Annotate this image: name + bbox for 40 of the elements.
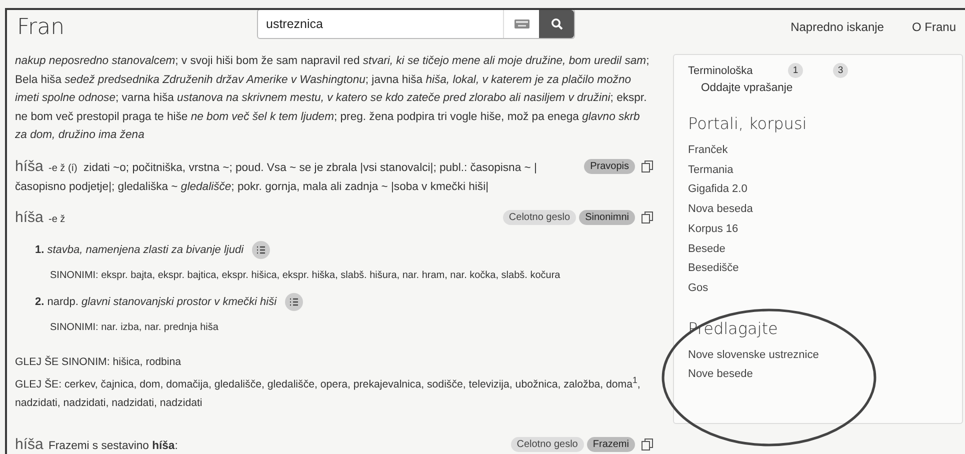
sidebar-link[interactable]: Nove slovenske ustreznice [688, 346, 942, 366]
see-also-text: GLEJ ŠE: cerkev, čajnica, dom, domačija, gledališče, gledališče, opera, prekajevalnica, sodišče, televizija, ubožnica, založba, doma$^{1}$, nadzidati, nadzidati, nadzidati, nadzidati [15, 374, 642, 410]
nav-link[interactable]: O Franu [912, 20, 956, 34]
synonyms-text: SINONIMI: nar. izba, nar. prednja hiša [50, 322, 220, 333]
copy-icon[interactable] [641, 210, 654, 224]
synonyms-text: SINONIMI: ekspr. bajta, ekspr. bajtica, ekspr. hišica, ekspr. hiška, slabš. hišura, nar. hram, nar. kočka, slabš. kočura [50, 270, 562, 281]
count-badge: 1 [788, 63, 803, 78]
count-badge: 3 [833, 63, 848, 78]
dictionary-tab[interactable]: Frazemi [586, 436, 635, 452]
section-title: Portali, korpusi [688, 114, 808, 133]
sidebar-link[interactable]: Nove besede [688, 365, 942, 386]
see-also-text: GLEJ ŠE SINONIM: hišica, rodbina [15, 354, 182, 370]
sidebar-link[interactable]: Gigafida 2.0 [688, 180, 942, 200]
sidebar-link[interactable]: Nova beseda [688, 200, 942, 220]
sidebar-link[interactable]: Franček [688, 141, 942, 161]
dictionary-tab[interactable]: Sinonimni [579, 210, 635, 225]
sidebar-link[interactable]: Termania [688, 160, 942, 180]
list-icon[interactable] [252, 240, 270, 259]
copy-icon[interactable] [641, 438, 654, 450]
copy-icon[interactable] [641, 160, 654, 173]
phrases-label: Frazemi s sestavino híša: [48, 440, 178, 452]
sense-definition: 1. stavba, namenjena zlasti za bivanje ljudi [35, 244, 244, 256]
sidebar-link[interactable]: Korpus 16 [688, 220, 942, 240]
dictionary-tab[interactable]: Celotno geslo [502, 210, 576, 225]
list-icon[interactable] [284, 292, 303, 311]
sense-definition: 2. nardp. glavni stanovanjski prostor v kmečki hiši [35, 296, 277, 308]
headword: híša [15, 208, 44, 226]
sidebar-link[interactable]: Besede [688, 240, 942, 260]
headword: híša [15, 436, 44, 452]
dictionary-tab[interactable]: Celotno geslo [510, 436, 584, 452]
dictionary-tab[interactable]: Pravopis [584, 158, 635, 174]
sidebar-link[interactable]: Besedišče [688, 259, 942, 279]
sidebar-link[interactable]: Gos [688, 278, 942, 299]
sidebar-link[interactable]: Terminološka [688, 64, 788, 76]
entry-text: nakup neposredno stanovalcem; v svoji hiši bom že sam napravil red stvari, ki se tičejo mene ali moje družine, bom uredil sam; Bela hiša sedež predsednika Združenih držav Amerike v Washingtonu; javna hiša hiša, lokal, v katerem je za plačilo možno imeti spolne odnose; varna hiša ustanova na skrivnem mestu, v katero se kdo zateče pred zlorabo ali nasiljem v družini; ekspr. ne bom več prestopil praga te hiše ne bom več šel k tem ljudem; preg. žena podpira tri vogle hiše, mož pa enega glavno skrb za dom, družino ima žena [15, 54, 650, 144]
logo[interactable]: Fran [17, 14, 257, 40]
sidebar-link[interactable]: Oddajte vprašanje [701, 82, 942, 94]
nav-link[interactable]: Napredno iskanje [790, 20, 884, 34]
entry-text: híša -e ž (í) zidati ~o; počitniška, vrstna ~; poud. Vsa ~ se je zbrala |vsi stanovalci|; publ.: časopisna ~ |časopisno podjetje|; gledališka ~ gledališče; pokr. gornja, mala ali zadnja ~ |soba v kmečki hiši| [15, 158, 538, 195]
grammar-label: -e ž [48, 214, 66, 225]
